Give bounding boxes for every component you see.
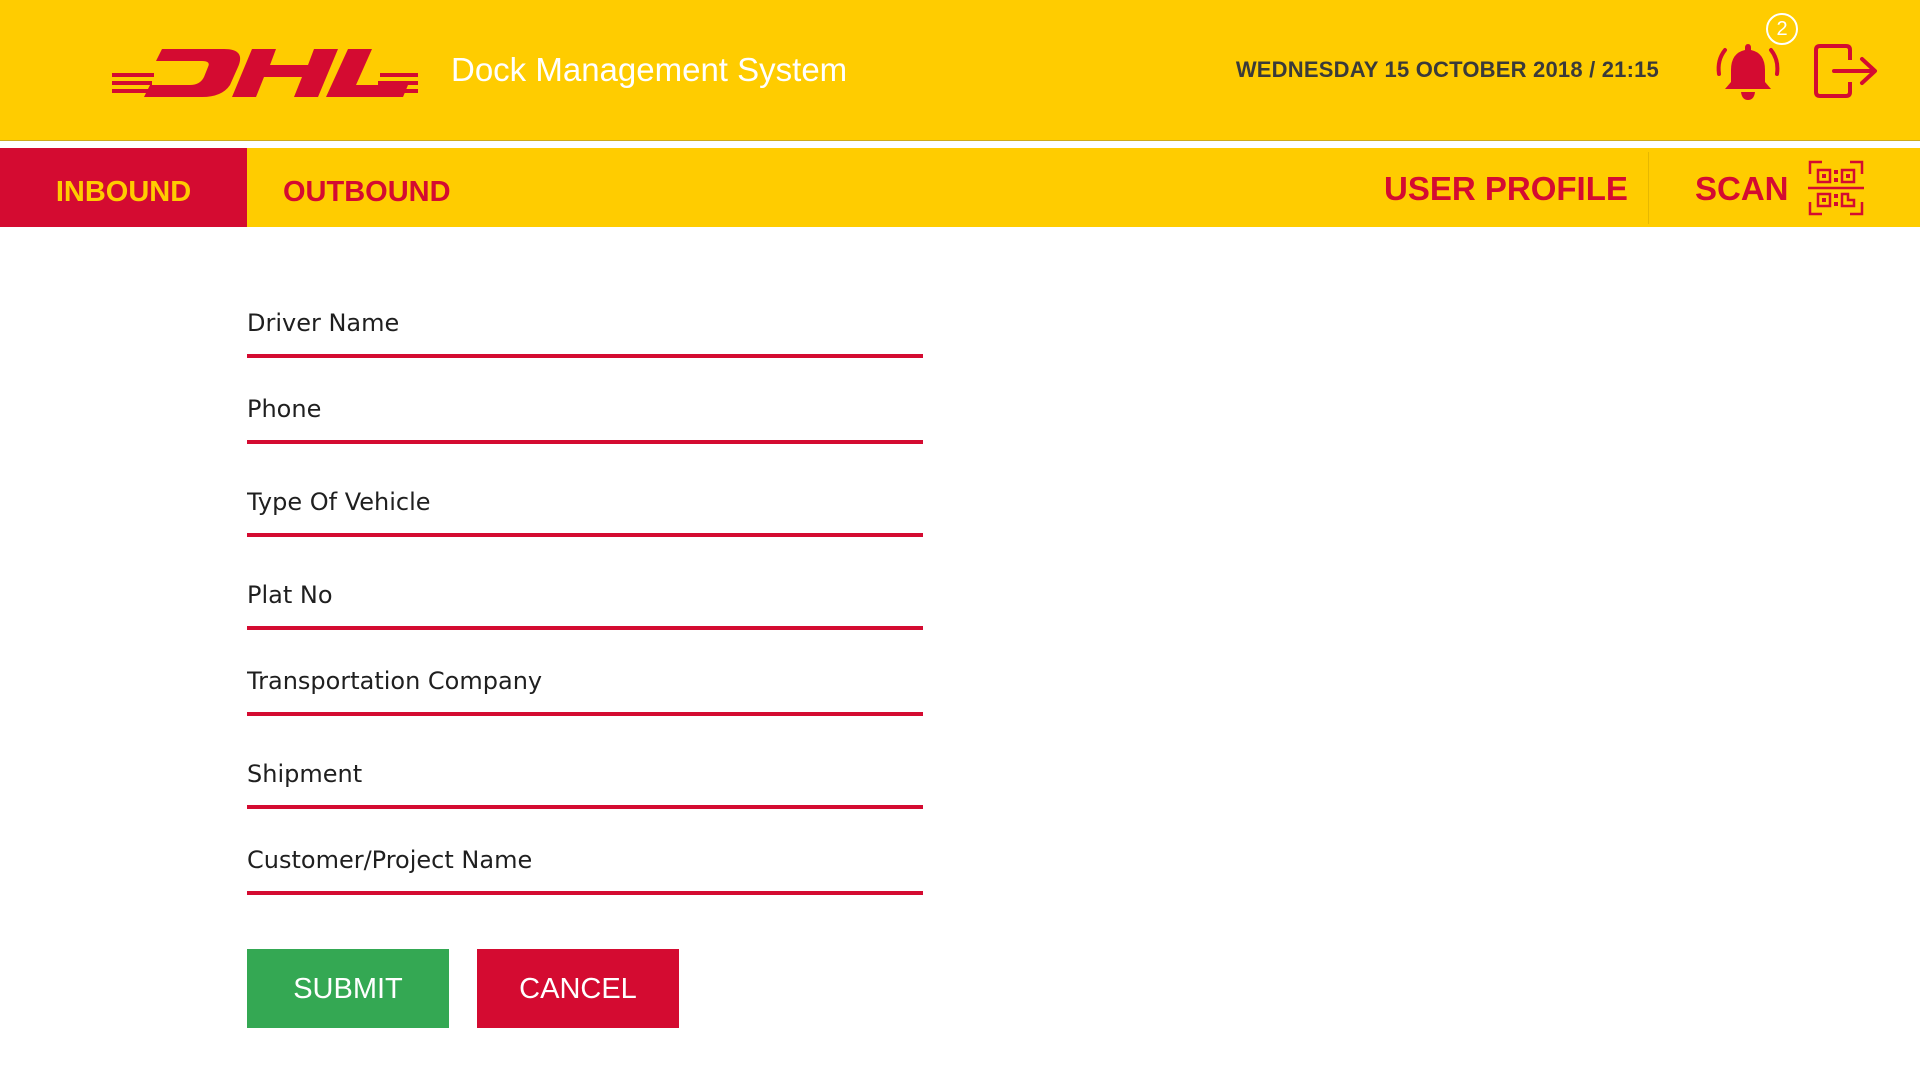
customer-project-field bbox=[247, 825, 923, 895]
shipment-field bbox=[247, 739, 923, 809]
phone-field bbox=[247, 374, 923, 444]
bell-icon[interactable] bbox=[1713, 38, 1783, 102]
driver-name-field bbox=[247, 288, 923, 358]
driver-name-input[interactable] bbox=[247, 306, 923, 340]
vehicle-type-input[interactable] bbox=[247, 485, 923, 519]
header-gap bbox=[0, 141, 1920, 148]
logout-icon[interactable] bbox=[1812, 42, 1880, 100]
plate-number-input[interactable] bbox=[247, 578, 923, 612]
qr-code-icon[interactable] bbox=[1808, 160, 1864, 216]
transportation-company-field bbox=[247, 646, 923, 716]
submit-button[interactable]: SUBMIT bbox=[247, 949, 449, 1028]
transportation-company-input[interactable] bbox=[247, 664, 923, 698]
dhl-logo bbox=[112, 49, 418, 97]
app-title: Dock Management System bbox=[451, 51, 848, 88]
customer-project-input[interactable] bbox=[247, 843, 923, 877]
cancel-button[interactable]: CANCEL bbox=[477, 949, 679, 1028]
user-profile-link[interactable]: USER PROFILE bbox=[1384, 148, 1628, 227]
tab-outbound[interactable]: OUTBOUND bbox=[283, 148, 451, 227]
main-nav: INBOUND OUTBOUND USER PROFILE SCAN bbox=[0, 148, 1920, 227]
app-header: Dock Management System WEDNESDAY 15 OCTO… bbox=[0, 0, 1920, 141]
notification-badge: 2 bbox=[1766, 13, 1798, 45]
phone-input[interactable] bbox=[247, 392, 923, 426]
tab-inbound[interactable]: INBOUND bbox=[0, 148, 247, 227]
nav-separator bbox=[1648, 152, 1649, 224]
current-datetime: WEDNESDAY 15 OCTOBER 2018 / 21:15 bbox=[1235, 57, 1659, 82]
plate-number-field bbox=[247, 559, 923, 630]
shipment-input[interactable] bbox=[247, 757, 923, 791]
vehicle-type-field bbox=[247, 466, 923, 537]
scan-link[interactable]: SCAN bbox=[1695, 148, 1789, 227]
